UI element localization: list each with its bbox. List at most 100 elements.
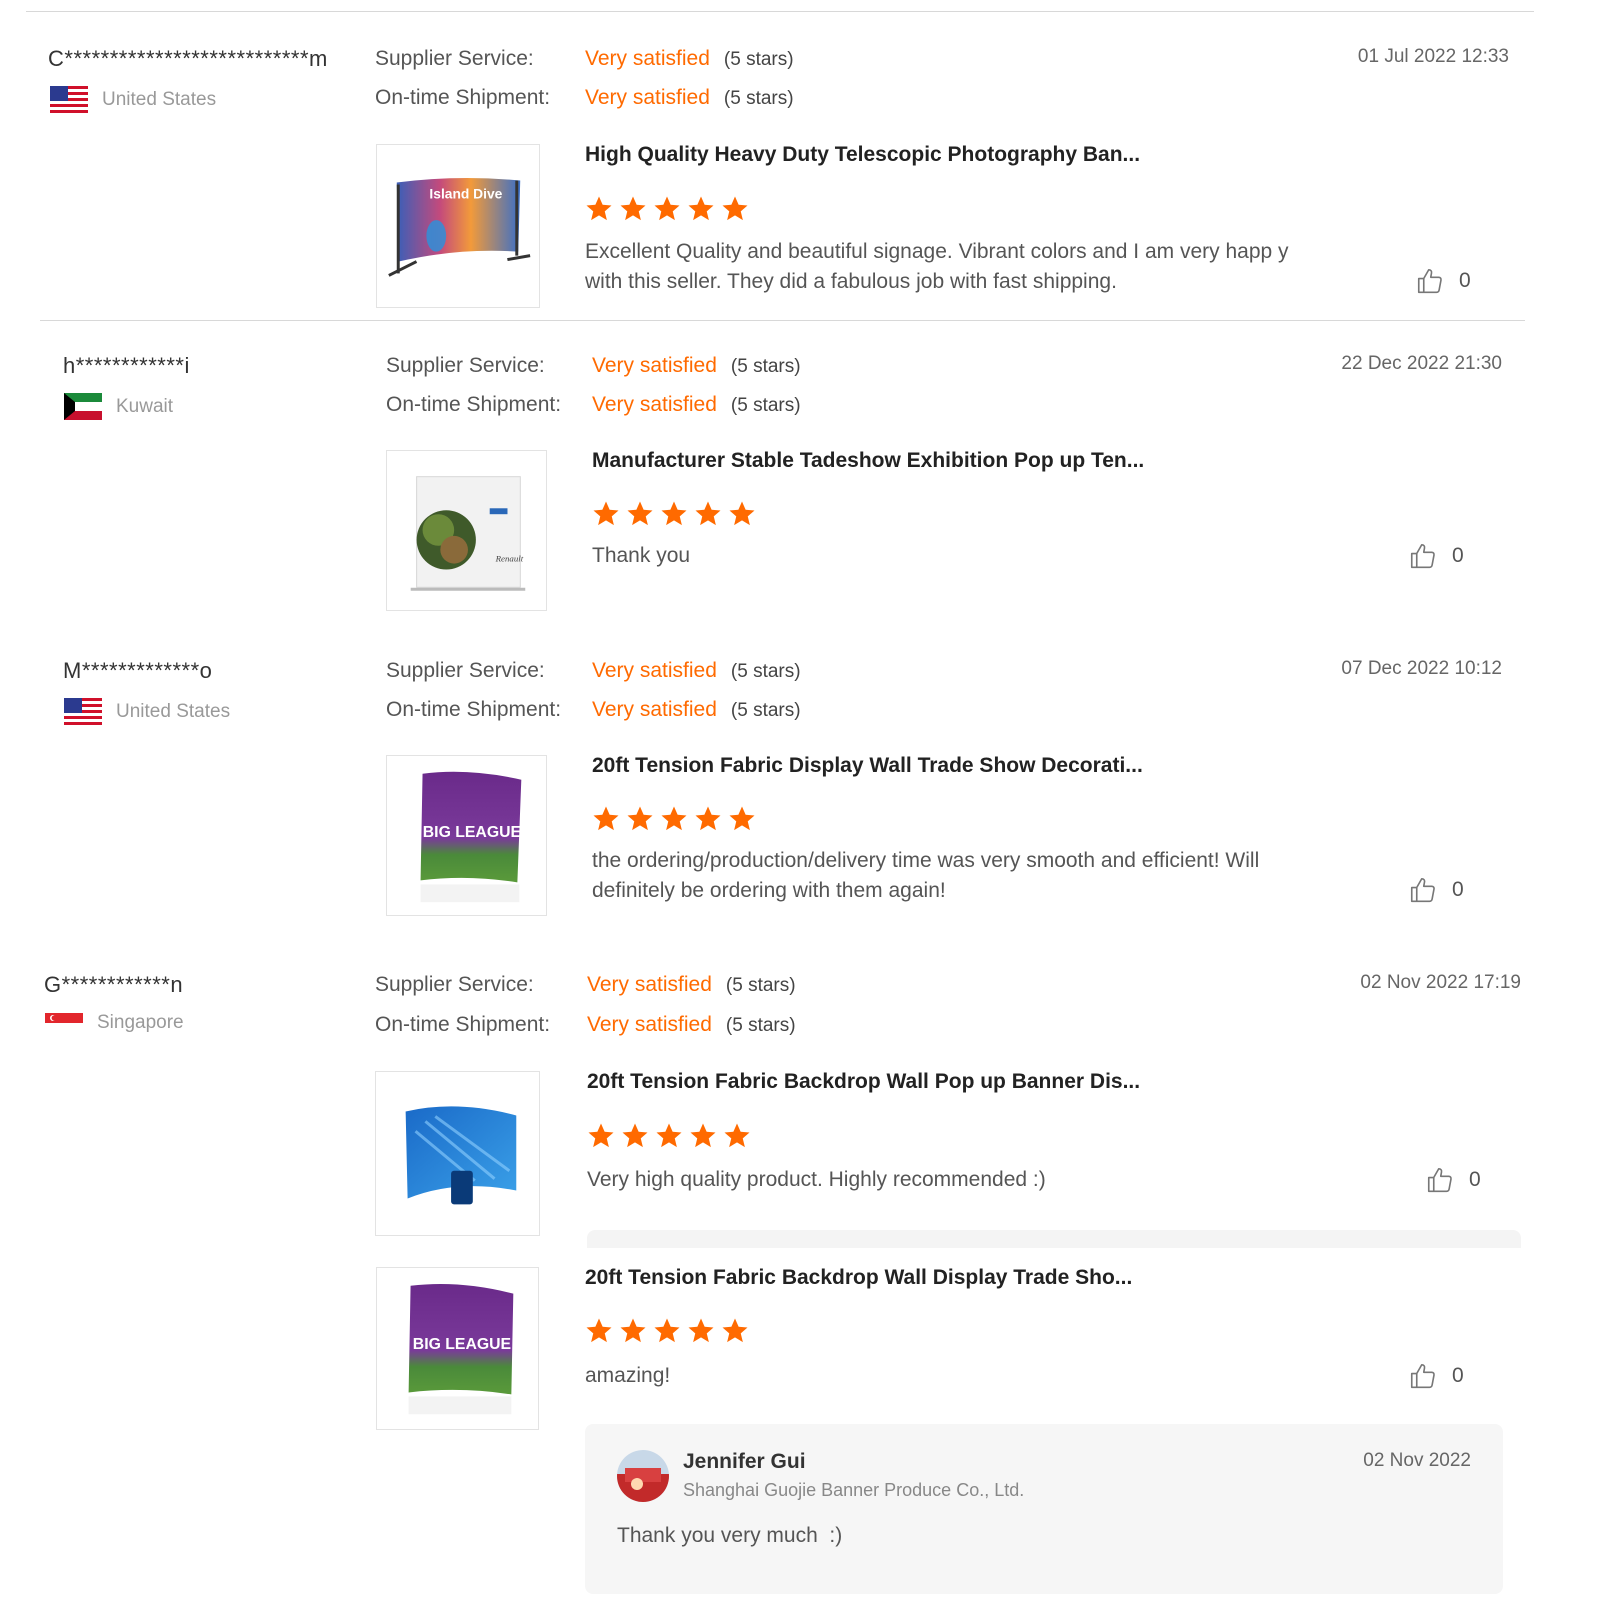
- review-date: 07 Dec 2022 10:12: [1341, 658, 1502, 679]
- stars-note: (5 stars): [730, 661, 801, 682]
- star-icon: [586, 196, 612, 221]
- reply-company: Shanghai Guojie Banner Produce Co., Ltd.: [683, 1480, 1025, 1500]
- star-icon: [654, 1318, 680, 1343]
- review-text: Thank you: [592, 544, 691, 567]
- top-divider: [26, 11, 1534, 12]
- satisfaction-text: Very satisfied: [592, 659, 717, 682]
- satisfaction-text: Very satisfied: [592, 698, 717, 721]
- reviewer-country: United States: [50, 86, 216, 113]
- star-icon: [688, 1318, 714, 1343]
- product-thumbnail[interactable]: Renault: [386, 450, 547, 611]
- like-count: 0: [1469, 1168, 1481, 1191]
- star-rating: [591, 499, 757, 529]
- reviewer-name: C***************************m: [48, 46, 328, 71]
- star-icon: [656, 1123, 682, 1148]
- like-button[interactable]: 0: [1415, 266, 1471, 296]
- reviewer-country: Singapore: [45, 1012, 184, 1034]
- review-divider: [40, 320, 1525, 321]
- product-thumbnail[interactable]: Island Dive: [376, 144, 540, 308]
- stars-note: (5 stars): [730, 700, 801, 721]
- thumbs-up-icon: [1410, 543, 1435, 569]
- reviewer-name: G************n: [44, 972, 184, 997]
- reviewer-country-label: Singapore: [97, 1012, 184, 1033]
- stars-note: (5 stars): [730, 395, 801, 416]
- satisfaction-text: Very satisfied: [592, 393, 717, 416]
- satisfaction-text: Very satisfied: [587, 1013, 712, 1036]
- like-count: 0: [1452, 544, 1464, 567]
- stars-note: (5 stars): [725, 975, 796, 996]
- reviewer-country-label: United States: [102, 88, 217, 110]
- product-title[interactable]: Manufacturer Stable Tadeshow Exhibition …: [592, 449, 1144, 473]
- us-flag-icon: [50, 86, 88, 113]
- banner-image-text: BIG LEAGUE: [423, 824, 521, 841]
- review-text: the ordering/production/delivery time wa…: [592, 849, 1260, 902]
- star-rating: [591, 804, 757, 834]
- star-icon: [690, 1123, 716, 1148]
- product-title[interactable]: 20ft Tension Fabric Backdrop Wall Displa…: [585, 1266, 1132, 1290]
- stars-note: (5 stars): [723, 49, 794, 70]
- star-rating: [584, 1316, 750, 1346]
- reply-text: Thank you very much :): [617, 1524, 843, 1547]
- product-title[interactable]: High Quality Heavy Duty Telescopic Photo…: [585, 143, 1140, 167]
- stars-note: (5 stars): [723, 88, 794, 109]
- review-text: Excellent Quality and beautiful signage.…: [585, 240, 1289, 293]
- star-icon: [620, 1318, 646, 1343]
- star-icon: [695, 501, 721, 526]
- star-icon: [729, 806, 755, 831]
- ontime-shipment-rating: Very satisfied (5 stars): [585, 86, 794, 110]
- star-icon: [586, 1318, 612, 1343]
- like-button[interactable]: 0: [1408, 1361, 1464, 1391]
- satisfaction-text: Very satisfied: [592, 354, 717, 377]
- star-icon: [688, 196, 714, 221]
- item-separator: [587, 1230, 1521, 1248]
- ontime-shipment-label: On-time Shipment:: [375, 1013, 551, 1036]
- star-rating: [586, 1121, 752, 1151]
- like-button[interactable]: 0: [1425, 1165, 1481, 1195]
- thumbs-up-icon: [1417, 268, 1442, 294]
- star-icon: [622, 1123, 648, 1148]
- reviewer-country: Kuwait: [64, 393, 173, 420]
- review-text: amazing!: [585, 1364, 671, 1387]
- singapore-flag-icon: [45, 1013, 83, 1033]
- star-rating: [584, 194, 750, 224]
- review-date: 22 Dec 2022 21:30: [1341, 353, 1502, 374]
- review-text: Very high quality product. Highly recomm…: [587, 1168, 1046, 1191]
- reviewer-country-label: Kuwait: [116, 395, 174, 417]
- supplier-reply: Jennifer Gui Shanghai Guojie Banner Prod…: [585, 1424, 1503, 1594]
- product-title[interactable]: 20ft Tension Fabric Display Wall Trade S…: [592, 754, 1143, 778]
- star-icon: [627, 806, 653, 831]
- thumbs-up-icon: [1410, 877, 1435, 903]
- star-icon: [661, 806, 687, 831]
- like-count: 0: [1452, 1364, 1464, 1387]
- star-icon: [661, 501, 687, 526]
- product-thumbnail[interactable]: BIG LEAGUE: [376, 1267, 539, 1430]
- satisfaction-text: Very satisfied: [585, 86, 710, 109]
- reviewer-name: M*************o: [63, 658, 213, 683]
- star-icon: [722, 1318, 748, 1343]
- ontime-shipment-label: On-time Shipment:: [386, 698, 562, 721]
- kuwait-flag-icon: [64, 393, 102, 420]
- star-icon: [588, 1123, 614, 1148]
- thumbs-up-icon: [1427, 1167, 1452, 1193]
- stars-note: (5 stars): [725, 1015, 796, 1036]
- satisfaction-text: Very satisfied: [587, 973, 712, 996]
- ontime-shipment-rating: Very satisfied (5 stars): [592, 393, 801, 417]
- satisfaction-text: Very satisfied: [585, 47, 710, 70]
- ontime-shipment-label: On-time Shipment:: [375, 86, 551, 109]
- stars-note: (5 stars): [730, 356, 801, 377]
- star-icon: [593, 501, 619, 526]
- banner-image-text: Island Dive: [429, 185, 502, 201]
- supplier-service-rating: Very satisfied (5 stars): [592, 659, 801, 683]
- like-count: 0: [1459, 269, 1471, 292]
- star-icon: [722, 196, 748, 221]
- product-thumbnail[interactable]: BIG LEAGUE: [386, 755, 547, 916]
- avatar: [617, 1450, 669, 1502]
- like-button[interactable]: 0: [1408, 541, 1464, 571]
- review-date: 02 Nov 2022 17:19: [1360, 972, 1521, 993]
- us-flag-icon: [64, 698, 102, 725]
- like-button[interactable]: 0: [1408, 875, 1464, 905]
- star-icon: [593, 806, 619, 831]
- product-thumbnail[interactable]: [375, 1071, 540, 1236]
- supplier-service-label: Supplier Service:: [386, 659, 545, 682]
- product-title[interactable]: 20ft Tension Fabric Backdrop Wall Pop up…: [587, 1070, 1140, 1094]
